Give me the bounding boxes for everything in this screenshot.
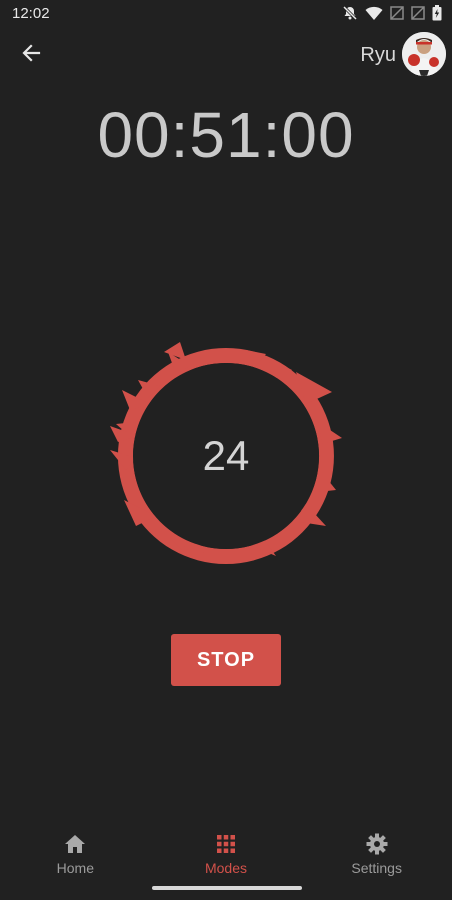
grid-icon <box>216 832 236 856</box>
breath-count: 24 <box>202 432 250 479</box>
nav-label: Home <box>56 860 95 876</box>
nav-item-modes[interactable]: Modes <box>151 822 302 886</box>
nav-label: Settings <box>351 860 402 876</box>
home-indicator[interactable] <box>152 886 302 890</box>
nav-label: Modes <box>204 860 248 876</box>
mute-icon <box>342 5 358 21</box>
status-time: 12:02 <box>12 5 50 22</box>
nav-item-home[interactable]: Home <box>0 822 151 886</box>
wifi-icon <box>365 5 383 21</box>
gear-icon <box>366 832 388 856</box>
session-timer: 00:51:00 <box>97 99 355 171</box>
app-screen: 12:02 Ryu 00:51:00 24 STOP Home Modes Se… <box>0 0 452 900</box>
stop-button[interactable]: STOP <box>171 634 281 686</box>
avatar[interactable] <box>402 32 446 76</box>
status-bar: 12:02 <box>0 0 452 28</box>
home-icon <box>64 832 86 856</box>
signal-off-icon <box>390 6 404 20</box>
status-icons <box>342 5 442 21</box>
user-name: Ryu <box>360 44 396 66</box>
bottom-navigation: Home Modes Settings <box>0 822 452 886</box>
signal-off-icon <box>411 6 425 20</box>
battery-icon <box>432 5 442 21</box>
back-button[interactable] <box>16 40 46 70</box>
nav-item-settings[interactable]: Settings <box>301 822 452 886</box>
arrow-left-icon <box>21 43 41 68</box>
